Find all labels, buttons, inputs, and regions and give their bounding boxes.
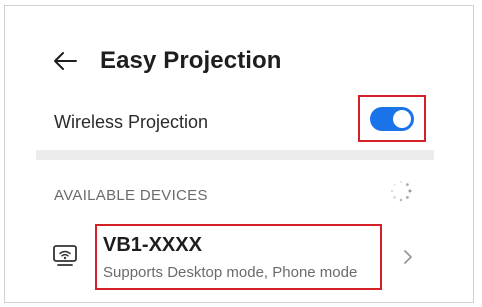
device-supported-modes: Supports Desktop mode, Phone mode <box>103 264 358 281</box>
device-highlight-box: VB1-XXXX Supports Desktop mode, Phone mo… <box>95 224 382 290</box>
wireless-projection-toggle[interactable] <box>370 106 414 131</box>
available-devices-header: AVAILABLE DEVICES <box>54 187 208 204</box>
toggle-knob <box>393 109 411 128</box>
arrow-left-icon <box>54 52 77 70</box>
section-divider <box>36 150 434 160</box>
wireless-projection-label: Wireless Projection <box>54 112 209 132</box>
toggle-highlight-box <box>358 95 426 142</box>
device-list-item[interactable]: VB1-XXXX Supports Desktop mode, Phone mo… <box>40 222 440 292</box>
back-button[interactable] <box>50 48 80 74</box>
device-name: VB1-XXXX <box>103 234 202 256</box>
loading-spinner-icon <box>390 180 412 202</box>
page-title: Easy Projection <box>100 47 282 74</box>
wireless-display-icon <box>53 245 77 266</box>
chevron-right-icon <box>404 250 412 264</box>
